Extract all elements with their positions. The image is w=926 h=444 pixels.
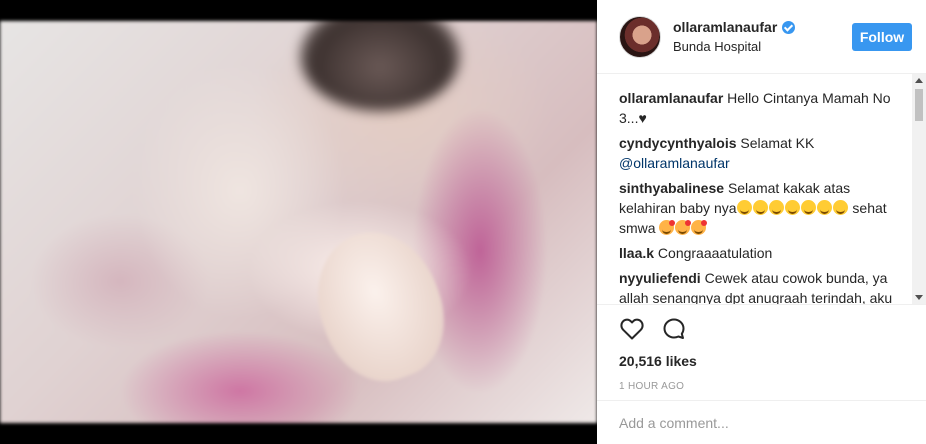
photo-blur-shape	[300, 21, 460, 111]
comment-username[interactable]: nyyuliefendi	[619, 270, 701, 286]
post-header: ollaramlanaufar Bunda Hospital Follow	[597, 0, 926, 74]
header-text: ollaramlanaufar Bunda Hospital	[673, 19, 852, 54]
kiss-emoji-icon	[675, 220, 692, 235]
list-item: ollaramlanaufar Hello Cintanya Mamah No …	[619, 88, 908, 128]
kiss-emoji-icon	[659, 220, 676, 235]
scroll-down-icon[interactable]	[915, 295, 923, 300]
smile-emoji-icon	[768, 200, 784, 215]
comments-scrollbar[interactable]	[912, 74, 926, 304]
scroll-up-icon[interactable]	[915, 78, 923, 83]
comments-list[interactable]: ollaramlanaufar Hello Cintanya Mamah No …	[597, 74, 926, 304]
smile-emoji-icon	[752, 200, 768, 215]
heart-icon	[620, 318, 644, 340]
add-comment-bar	[597, 400, 926, 444]
post-actions: 20,516 likes 1 HOUR AGO	[597, 304, 926, 392]
username-row: ollaramlanaufar	[673, 19, 852, 35]
verified-icon	[782, 20, 796, 34]
action-icons	[619, 315, 904, 343]
comment-username[interactable]: llaa.k	[619, 245, 654, 261]
comment-button[interactable]	[661, 316, 687, 342]
list-item: sinthyabalinese Selamat kakak atas kelah…	[619, 178, 908, 238]
comment-text: Congraaaatulation	[657, 245, 773, 261]
list-item: nyyuliefendi Cewek atau cowok bunda, ya …	[619, 268, 908, 304]
post-side-panel: ollaramlanaufar Bunda Hospital Follow ol…	[597, 0, 926, 444]
smile-emoji-icon	[800, 200, 816, 215]
likes-count[interactable]: 20,516 likes	[619, 353, 904, 369]
comment-username[interactable]: cyndycynthyalois	[619, 135, 737, 151]
comment-text: Selamat KK	[740, 135, 815, 151]
post-timestamp[interactable]: 1 HOUR AGO	[619, 381, 904, 392]
photo-foot-shape	[297, 215, 463, 397]
comment-username[interactable]: sinthyabalinese	[619, 180, 724, 196]
comment-icon	[663, 318, 685, 339]
username-link[interactable]: ollaramlanaufar	[673, 19, 777, 35]
list-item: cyndycynthyalois Selamat KK @ollaramlana…	[619, 133, 908, 173]
scroll-thumb[interactable]	[915, 89, 923, 121]
kiss-emoji-icon	[691, 220, 708, 235]
comment-username[interactable]: ollaramlanaufar	[619, 90, 723, 106]
like-button[interactable]	[619, 316, 645, 342]
list-item: llaa.k Congraaaatulation	[619, 243, 908, 263]
follow-button[interactable]: Follow	[852, 22, 912, 51]
mention-link[interactable]: @ollaramlanaufar	[619, 155, 730, 171]
post-photo[interactable]	[0, 21, 597, 423]
smile-emoji-icon	[832, 200, 848, 215]
location-link[interactable]: Bunda Hospital	[673, 39, 852, 54]
post-media	[0, 0, 597, 444]
smile-emoji-icon	[784, 200, 800, 215]
avatar[interactable]	[619, 15, 661, 58]
smile-emoji-icon	[816, 200, 832, 215]
smile-emoji-icon	[736, 200, 752, 215]
comment-input[interactable]	[619, 414, 904, 431]
